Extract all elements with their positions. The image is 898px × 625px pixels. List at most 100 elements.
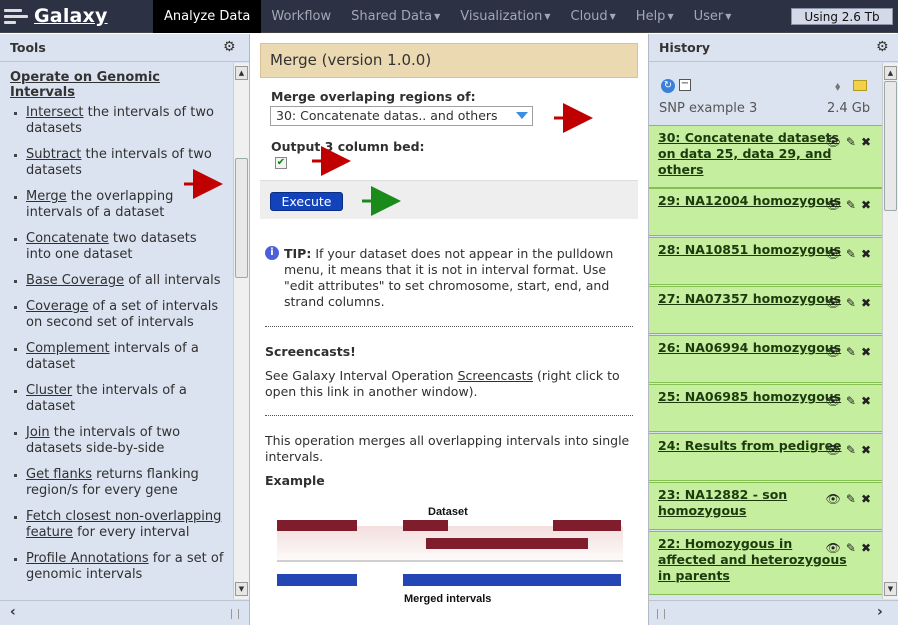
tab-shared-data[interactable]: Shared Data ▼: [341, 0, 450, 33]
pencil-icon[interactable]: ✎: [846, 135, 861, 149]
eye-icon[interactable]: 👁: [826, 296, 846, 310]
history-item[interactable]: 28: NA10851 homozygous 👁✎✖: [649, 237, 883, 285]
app-name[interactable]: Galaxy: [34, 5, 108, 27]
annotation-icon[interactable]: [853, 80, 867, 91]
tool-section-title[interactable]: Operate on Genomic Intervals: [10, 70, 225, 100]
tab-workflow[interactable]: Workflow: [261, 0, 341, 33]
history-item-title[interactable]: 30: Concatenate datasets on data 25, dat…: [658, 130, 848, 178]
delete-icon[interactable]: ✖: [861, 198, 876, 212]
collapse-right-icon[interactable]: ›: [877, 604, 883, 620]
execute-button[interactable]: Execute: [270, 192, 343, 211]
history-item-actions: 👁✎✖: [826, 394, 876, 408]
scroll-up-icon[interactable]: ▲: [235, 66, 248, 80]
eye-icon[interactable]: 👁: [826, 345, 846, 359]
pencil-icon[interactable]: ✎: [846, 443, 861, 457]
delete-icon[interactable]: ✖: [861, 247, 876, 261]
tool-link-get-flanks[interactable]: Get flanks: [26, 467, 92, 482]
tag-icon[interactable]: ⬧: [835, 79, 840, 94]
collapse-icon[interactable]: −: [679, 79, 691, 91]
output-bed-checkbox[interactable]: ✔: [275, 157, 287, 169]
history-name[interactable]: SNP example 3: [659, 101, 757, 116]
tool-link-concatenate[interactable]: Concatenate: [26, 231, 109, 246]
history-item-title[interactable]: 23: NA12882 - son homozygous: [658, 487, 848, 519]
eye-icon[interactable]: 👁: [826, 198, 846, 212]
scroll-up-icon[interactable]: ▲: [884, 66, 897, 80]
tool-link-base-coverage[interactable]: Base Coverage: [26, 273, 124, 288]
eye-icon[interactable]: 👁: [826, 492, 846, 506]
history-item-title[interactable]: 25: NA06985 homozygous: [658, 389, 848, 405]
delete-icon[interactable]: ✖: [861, 394, 876, 408]
pencil-icon[interactable]: ✎: [846, 198, 861, 212]
history-item-actions: 👁✎✖: [826, 296, 876, 310]
resize-grip-icon[interactable]: [231, 609, 239, 619]
tab-help[interactable]: Help ▼: [626, 0, 684, 33]
tab-analyze-data[interactable]: Analyze Data: [153, 0, 262, 33]
history-item[interactable]: 26: NA06994 homozygous 👁✎✖: [649, 335, 883, 383]
pencil-icon[interactable]: ✎: [846, 492, 861, 506]
chevron-down-icon: ▼: [544, 12, 551, 21]
delete-icon[interactable]: ✖: [861, 135, 876, 149]
history-item-title[interactable]: 26: NA06994 homozygous: [658, 340, 848, 356]
history-item[interactable]: 23: NA12882 - son homozygous 👁✎✖: [649, 482, 883, 530]
pencil-icon[interactable]: ✎: [846, 541, 861, 555]
tool-link-coverage[interactable]: Coverage: [26, 299, 88, 314]
history-item[interactable]: 30: Concatenate datasets on data 25, dat…: [649, 125, 883, 188]
delete-icon[interactable]: ✖: [861, 492, 876, 506]
tool-link-complement[interactable]: Complement: [26, 341, 110, 356]
divider: [265, 415, 633, 416]
tab-visualization[interactable]: Visualization ▼: [450, 0, 560, 33]
history-item-title[interactable]: 24: Results from pedigree: [658, 438, 848, 454]
delete-icon[interactable]: ✖: [861, 443, 876, 457]
interval-bar: [403, 520, 448, 531]
history-item-title[interactable]: 29: NA12004 homozygous: [658, 193, 848, 209]
scrollbar-thumb[interactable]: [235, 158, 248, 278]
history-item[interactable]: 29: NA12004 homozygous 👁✎✖: [649, 188, 883, 236]
history-item[interactable]: 27: NA07357 homozygous 👁✎✖: [649, 286, 883, 334]
tools-scrollbar[interactable]: ▲ ▼: [233, 63, 249, 599]
delete-icon[interactable]: ✖: [861, 345, 876, 359]
merged-bar: [277, 574, 357, 586]
history-item[interactable]: 24: Results from pedigree 👁✎✖: [649, 433, 883, 481]
tool-link-subtract[interactable]: Subtract: [26, 147, 81, 162]
tool-link-join[interactable]: Join: [26, 425, 50, 440]
gear-icon[interactable]: ⚙: [876, 40, 890, 54]
refresh-icon[interactable]: ↻: [661, 79, 675, 93]
history-item[interactable]: 25: NA06985 homozygous 👁✎✖: [649, 384, 883, 432]
dataset-select[interactable]: 30: Concatenate datas.. and others: [270, 106, 533, 126]
tool-link-merge[interactable]: Merge: [26, 189, 67, 204]
screencasts-link[interactable]: Screencasts: [458, 368, 533, 383]
tool-link-cluster[interactable]: Cluster: [26, 383, 72, 398]
tool-item: Base Coverage of all intervals: [10, 273, 225, 289]
history-item-title[interactable]: 28: NA10851 homozygous: [658, 242, 848, 258]
tool-link-intersect[interactable]: Intersect: [26, 105, 84, 120]
delete-icon[interactable]: ✖: [861, 296, 876, 310]
galaxy-logo[interactable]: Galaxy: [4, 3, 108, 29]
gear-icon[interactable]: ⚙: [223, 40, 237, 54]
history-scrollbar[interactable]: ▲ ▼: [882, 63, 898, 599]
eye-icon[interactable]: 👁: [826, 541, 846, 555]
info-icon: i: [265, 246, 279, 260]
collapse-left-icon[interactable]: ‹: [10, 604, 16, 620]
tab-user[interactable]: User ▼: [684, 0, 742, 33]
history-item-title[interactable]: 22: Homozygous in affected and heterozyg…: [658, 536, 848, 584]
figure-dataset-label: Dataset: [428, 506, 468, 518]
delete-icon[interactable]: ✖: [861, 541, 876, 555]
tool-link-profile-annotations[interactable]: Profile Annotations: [26, 551, 149, 566]
pencil-icon[interactable]: ✎: [846, 394, 861, 408]
pencil-icon[interactable]: ✎: [846, 247, 861, 261]
eye-icon[interactable]: 👁: [826, 394, 846, 408]
scroll-down-icon[interactable]: ▼: [235, 582, 248, 596]
tab-cloud[interactable]: Cloud ▼: [561, 0, 626, 33]
eye-icon[interactable]: 👁: [826, 247, 846, 261]
history-item-title[interactable]: 27: NA07357 homozygous: [658, 291, 848, 307]
history-item[interactable]: 22: Homozygous in affected and heterozyg…: [649, 531, 883, 595]
scroll-down-icon[interactable]: ▼: [884, 582, 897, 596]
resize-grip-icon[interactable]: [657, 609, 665, 619]
galaxy-logo-icon: [4, 7, 28, 25]
eye-icon[interactable]: 👁: [826, 443, 846, 457]
pencil-icon[interactable]: ✎: [846, 345, 861, 359]
pencil-icon[interactable]: ✎: [846, 296, 861, 310]
scrollbar-thumb[interactable]: [884, 81, 897, 211]
tools-panel-footer: ‹: [0, 600, 249, 625]
eye-icon[interactable]: 👁: [826, 135, 846, 149]
